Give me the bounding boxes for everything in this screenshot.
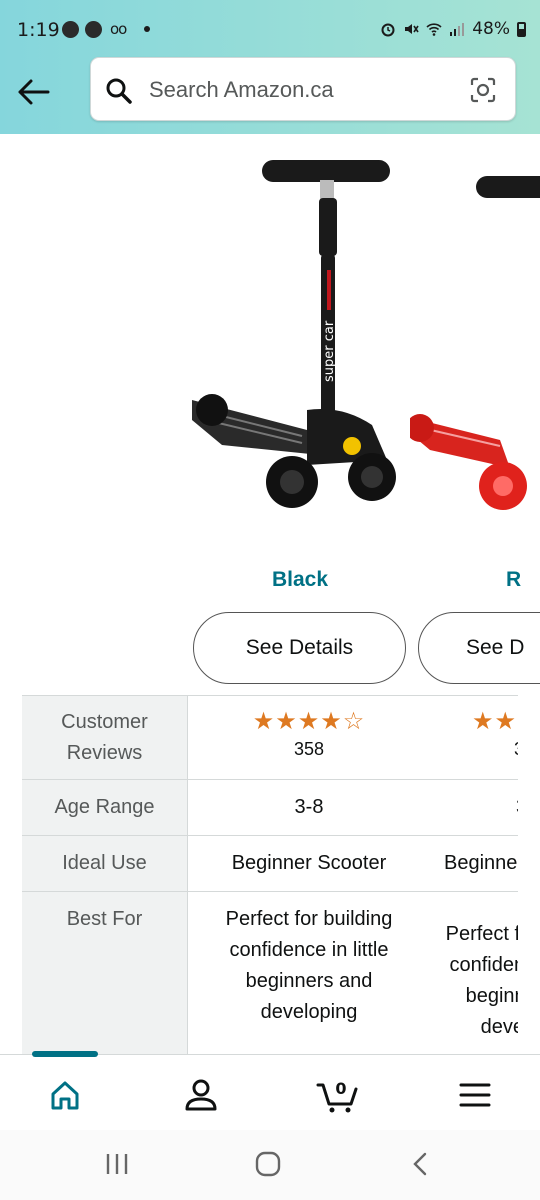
svg-text:super car: super car xyxy=(322,320,337,382)
table-cell: 3 xyxy=(432,780,518,823)
fc-app-icon xyxy=(85,20,102,38)
row-label: Ideal Use xyxy=(22,836,188,891)
battery-icon xyxy=(517,21,526,37)
table-row-best-for: Best For Perfect for building confidence… xyxy=(22,891,518,1054)
color-name-red[interactable]: R xyxy=(506,568,521,592)
mute-icon xyxy=(405,24,419,34)
active-tab-indicator xyxy=(32,1051,98,1057)
search-icon xyxy=(106,78,132,104)
home-button-icon[interactable] xyxy=(255,1151,281,1177)
signal-icon xyxy=(450,23,465,36)
status-time: 1:19 xyxy=(17,19,60,41)
table-cell: 3-8 xyxy=(294,796,324,818)
status-right: 48% xyxy=(380,19,526,39)
row-label: Age Range xyxy=(22,780,188,835)
row-label: Customer Reviews xyxy=(22,696,188,779)
see-details-button[interactable]: See Details xyxy=(193,612,406,684)
see-details-button-2[interactable]: See D xyxy=(418,612,540,684)
search-placeholder: Search Amazon.ca xyxy=(149,77,334,102)
table-cell: Perfect for building confidence in littl… xyxy=(445,923,518,1038)
review-count: 3 xyxy=(472,736,518,762)
bottom-navigation: 0 xyxy=(0,1051,540,1130)
review-count: 358 xyxy=(293,739,325,759)
recent-apps-icon[interactable] xyxy=(104,1151,130,1177)
row-label: Best For xyxy=(22,892,188,1054)
star-rating-icon: ★★★★☆ xyxy=(252,708,366,735)
product-image-black-scooter[interactable]: super car xyxy=(182,150,412,530)
menu-icon[interactable] xyxy=(455,1075,495,1115)
table-cell: Perfect for building confidence in littl… xyxy=(225,908,393,1023)
cart-count: 0 xyxy=(335,1079,346,1098)
table-row-reviews: Customer Reviews ★★★★☆ 358 ★★ 3 xyxy=(22,695,518,779)
table-cell: Beginne xyxy=(444,852,518,874)
back-button-icon[interactable] xyxy=(408,1151,434,1177)
back-arrow-icon[interactable] xyxy=(14,72,54,112)
search-header: Search Amazon.ca xyxy=(0,52,540,134)
comparison-table: Customer Reviews ★★★★☆ 358 ★★ 3 Age Rang… xyxy=(22,695,518,1054)
system-navigation-bar xyxy=(0,1130,540,1200)
table-row-age: Age Range 3-8 3 xyxy=(22,779,518,835)
product-image-red-scooter[interactable] xyxy=(410,150,540,530)
table-row-use: Ideal Use Beginner Scooter Beginne xyxy=(22,835,518,891)
wifi-icon xyxy=(426,23,442,36)
shield-icon xyxy=(62,20,79,38)
star-rating-icon: ★★ xyxy=(472,708,518,735)
search-input[interactable]: Search Amazon.ca xyxy=(90,57,516,121)
status-bar: 1:19 oo 48% xyxy=(0,0,540,52)
more-notifications-icon xyxy=(144,26,151,32)
comparison-section: super car Black R See Details See D Cust… xyxy=(0,134,540,1054)
review-cell[interactable]: ★★★★☆ 358 xyxy=(188,696,430,762)
status-notification-icons: oo xyxy=(62,20,151,38)
camera-lens-icon[interactable] xyxy=(469,76,497,104)
account-icon[interactable] xyxy=(181,1075,221,1115)
color-name-black[interactable]: Black xyxy=(190,568,410,592)
review-cell-2[interactable]: ★★ 3 xyxy=(432,696,518,762)
table-cell-clip: Perfect for building confidence in littl… xyxy=(432,892,518,1043)
battery-percent: 48% xyxy=(472,19,510,39)
home-icon[interactable] xyxy=(45,1075,85,1115)
cart-icon[interactable]: 0 xyxy=(316,1075,360,1115)
table-cell: Beginner Scooter xyxy=(231,852,387,874)
alarm-icon xyxy=(381,23,395,37)
voicemail-icon: oo xyxy=(110,20,127,38)
